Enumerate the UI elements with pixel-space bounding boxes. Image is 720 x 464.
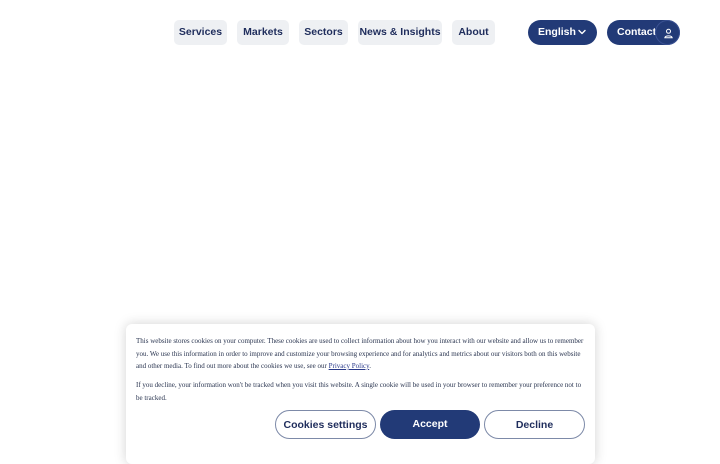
nav-item-services[interactable]: Services	[174, 20, 227, 45]
contact-label: Contact	[617, 26, 657, 38]
contact-button[interactable]: Contact	[607, 20, 680, 45]
nav-item-markets[interactable]: Markets	[237, 20, 289, 45]
cookie-notice-period: .	[369, 362, 371, 370]
nav-item-about[interactable]: About	[452, 20, 495, 45]
user-icon	[664, 28, 673, 39]
language-label: English	[538, 26, 576, 38]
nav-item-news-insights[interactable]: News & Insights	[358, 20, 442, 45]
cookie-consent-banner: This website stores cookies on your comp…	[126, 324, 595, 464]
cookie-decline-text: If you decline, your information won't b…	[136, 381, 582, 402]
cookie-notice-text: This website stores cookies on your comp…	[136, 335, 584, 373]
account-button[interactable]	[655, 20, 680, 45]
privacy-policy-link[interactable]: Privacy Policy	[329, 362, 370, 370]
decline-button[interactable]: Decline	[484, 410, 585, 439]
chevron-down-icon	[578, 29, 586, 35]
cookies-settings-button[interactable]: Cookies settings	[275, 410, 376, 439]
nav-item-sectors[interactable]: Sectors	[299, 20, 348, 45]
language-selector[interactable]: English	[528, 20, 597, 45]
accept-button[interactable]: Accept	[380, 410, 480, 439]
